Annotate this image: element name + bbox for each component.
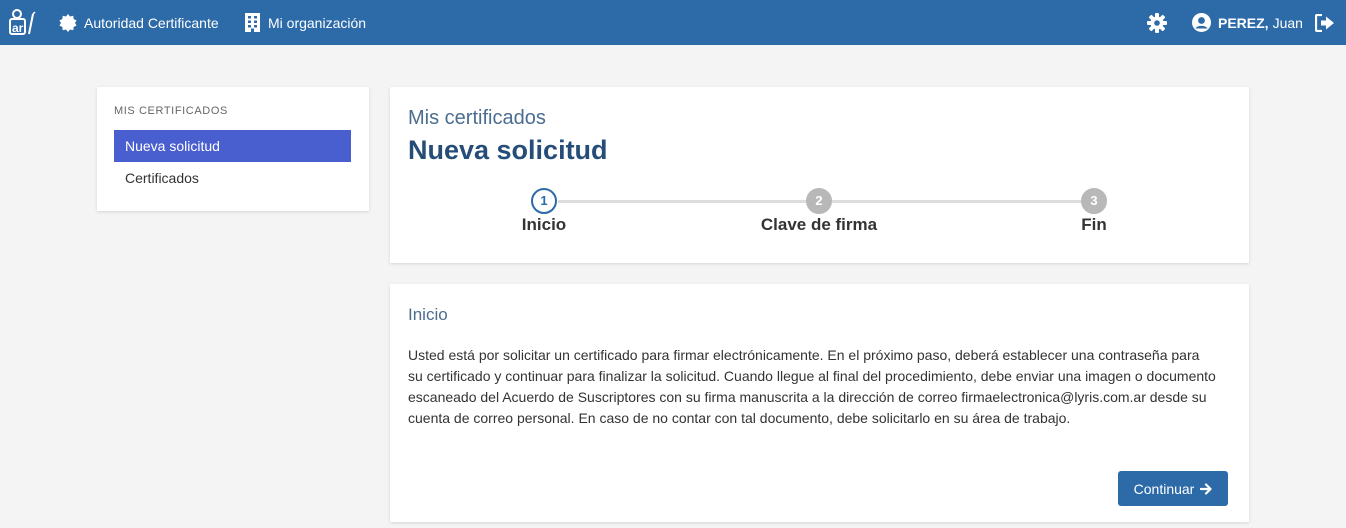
step-3-circle: 3 xyxy=(1081,188,1107,214)
gear-icon xyxy=(1147,12,1167,33)
logout-button[interactable] xyxy=(1315,0,1342,45)
page-header-card: Mis certificados Nueva solicitud 1 2 3 I… xyxy=(390,87,1249,263)
continue-label: Continuar xyxy=(1133,480,1195,497)
nav-autoridad-certificante[interactable]: Autoridad Certificante xyxy=(59,0,219,45)
building-icon xyxy=(245,13,260,32)
step-2-label: Clave de firma xyxy=(760,215,878,234)
step-2-circle: 2 xyxy=(806,188,832,214)
nav-ca-label: Autoridad Certificante xyxy=(84,14,219,31)
arrow-right-icon xyxy=(1200,482,1212,495)
step-1-label: Inicio xyxy=(521,215,567,234)
step-3-label: Fin xyxy=(1081,215,1107,234)
stepper-line xyxy=(832,200,1094,203)
settings-button[interactable] xyxy=(1147,0,1174,45)
logo-text: ar xyxy=(12,21,24,35)
breadcrumb: Mis certificados xyxy=(408,107,546,129)
user-menu[interactable]: PEREZ, Juan xyxy=(1192,0,1303,45)
instructions-text: Usted está por solicitar un certificado … xyxy=(408,347,1216,426)
ar-logo[interactable]: ar xyxy=(8,8,36,36)
sign-out-icon xyxy=(1315,13,1334,32)
nav-mi-organizacion[interactable]: Mi organización xyxy=(244,0,366,45)
user-circle-icon xyxy=(1192,13,1211,32)
sidebar-item-nueva-solicitud[interactable]: Nueva solicitud xyxy=(114,130,351,162)
step-content-card: Inicio Usted está por solicitar un certi… xyxy=(390,284,1249,522)
badge-icon xyxy=(59,13,77,32)
sidebar: MIS CERTIFICADOS Nueva solicitud Certifi… xyxy=(97,87,369,211)
nav-org-label: Mi organización xyxy=(268,14,367,31)
stepper: 1 2 3 Inicio Clave de firma Fin xyxy=(390,187,1249,237)
step-1-circle: 1 xyxy=(531,188,557,214)
user-surname: PEREZ, xyxy=(1218,14,1269,31)
section-title: Inicio xyxy=(408,305,448,324)
continue-button[interactable]: Continuar xyxy=(1118,471,1228,506)
page-title: Nueva solicitud xyxy=(408,135,608,165)
top-navbar: ar Autoridad Certificante Mi organizació… xyxy=(0,0,1346,45)
sidebar-item-certificados[interactable]: Certificados xyxy=(114,162,351,194)
user-firstname: Juan xyxy=(1272,14,1303,31)
stepper-line xyxy=(558,200,820,203)
sidebar-heading: MIS CERTIFICADOS xyxy=(114,105,228,117)
